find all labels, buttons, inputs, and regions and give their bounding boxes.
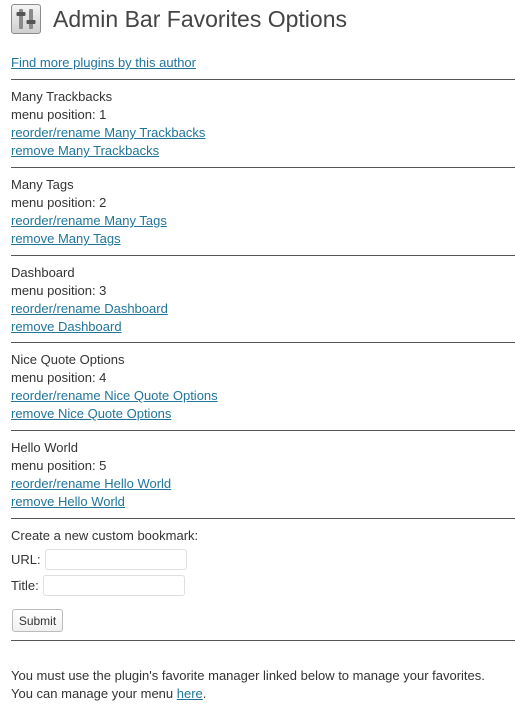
create-bookmark-heading: Create a new custom bookmark: (11, 528, 199, 543)
settings-sliders-icon (11, 4, 41, 34)
title-label: Title: (11, 577, 39, 593)
create-bookmark-form: Create a new custom bookmark: URL: Title… (11, 527, 506, 597)
reorder-rename-link[interactable]: reorder/rename Dashboard (11, 301, 168, 316)
author-plugins-link[interactable]: Find more plugins by this author (11, 55, 196, 71)
url-input[interactable] (44, 549, 187, 570)
divider (11, 79, 515, 80)
favorite-name: Hello World (11, 440, 78, 455)
title-input[interactable] (42, 575, 185, 596)
remove-link[interactable]: remove Dashboard (11, 319, 122, 334)
remove-link[interactable]: remove Nice Quote Options (11, 406, 171, 421)
manage-menu-line: You can manage your menu here. (11, 685, 506, 703)
divider (11, 640, 515, 641)
url-row: URL: (11, 548, 506, 571)
divider (11, 518, 515, 519)
divider (11, 342, 515, 343)
favorite-item: Hello World menu position: 5 reorder/ren… (11, 439, 506, 511)
menu-position: menu position: 2 (11, 195, 107, 210)
favorite-item: Nice Quote Options menu position: 4 reor… (11, 351, 506, 423)
favorite-item: Many Tags menu position: 2 reorder/renam… (11, 176, 506, 248)
favorite-name: Many Trackbacks (11, 89, 113, 104)
menu-position: menu position: 4 (11, 370, 107, 385)
reorder-rename-link[interactable]: reorder/rename Hello World (11, 476, 171, 491)
menu-position: menu position: 1 (11, 107, 107, 122)
url-label: URL: (11, 551, 41, 567)
reorder-rename-link[interactable]: reorder/rename Many Trackbacks (11, 125, 205, 140)
manage-menu-link[interactable]: here (177, 686, 203, 701)
remove-link[interactable]: remove Hello World (11, 494, 125, 509)
remove-link[interactable]: remove Many Tags (11, 231, 121, 246)
page-title: Admin Bar Favorites Options (53, 6, 348, 32)
remove-link[interactable]: remove Many Trackbacks (11, 143, 159, 158)
title-row: Title: (11, 574, 506, 597)
reorder-rename-link[interactable]: reorder/rename Many Tags (11, 213, 167, 228)
divider (11, 430, 515, 431)
favorite-name: Nice Quote Options (11, 352, 125, 367)
manage-menu-period: . (202, 686, 207, 701)
menu-position: menu position: 5 (11, 458, 107, 473)
submit-button[interactable]: Submit (12, 609, 63, 632)
favorite-item: Many Trackbacks menu position: 1 reorder… (11, 88, 506, 160)
favorite-name: Many Tags (11, 177, 74, 192)
manager-notice: You must use the plugin's favorite manag… (11, 668, 485, 683)
menu-position: menu position: 3 (11, 283, 107, 298)
manage-menu-text: You can manage your menu (11, 686, 177, 701)
favorite-item: Dashboard menu position: 3 reorder/renam… (11, 264, 506, 336)
reorder-rename-link[interactable]: reorder/rename Nice Quote Options (11, 388, 218, 403)
divider (11, 255, 515, 256)
divider (11, 167, 515, 168)
favorite-name: Dashboard (11, 265, 75, 280)
footer-notice: You must use the plugin's favorite manag… (11, 667, 506, 703)
page-header: Admin Bar Favorites Options (11, 4, 347, 34)
